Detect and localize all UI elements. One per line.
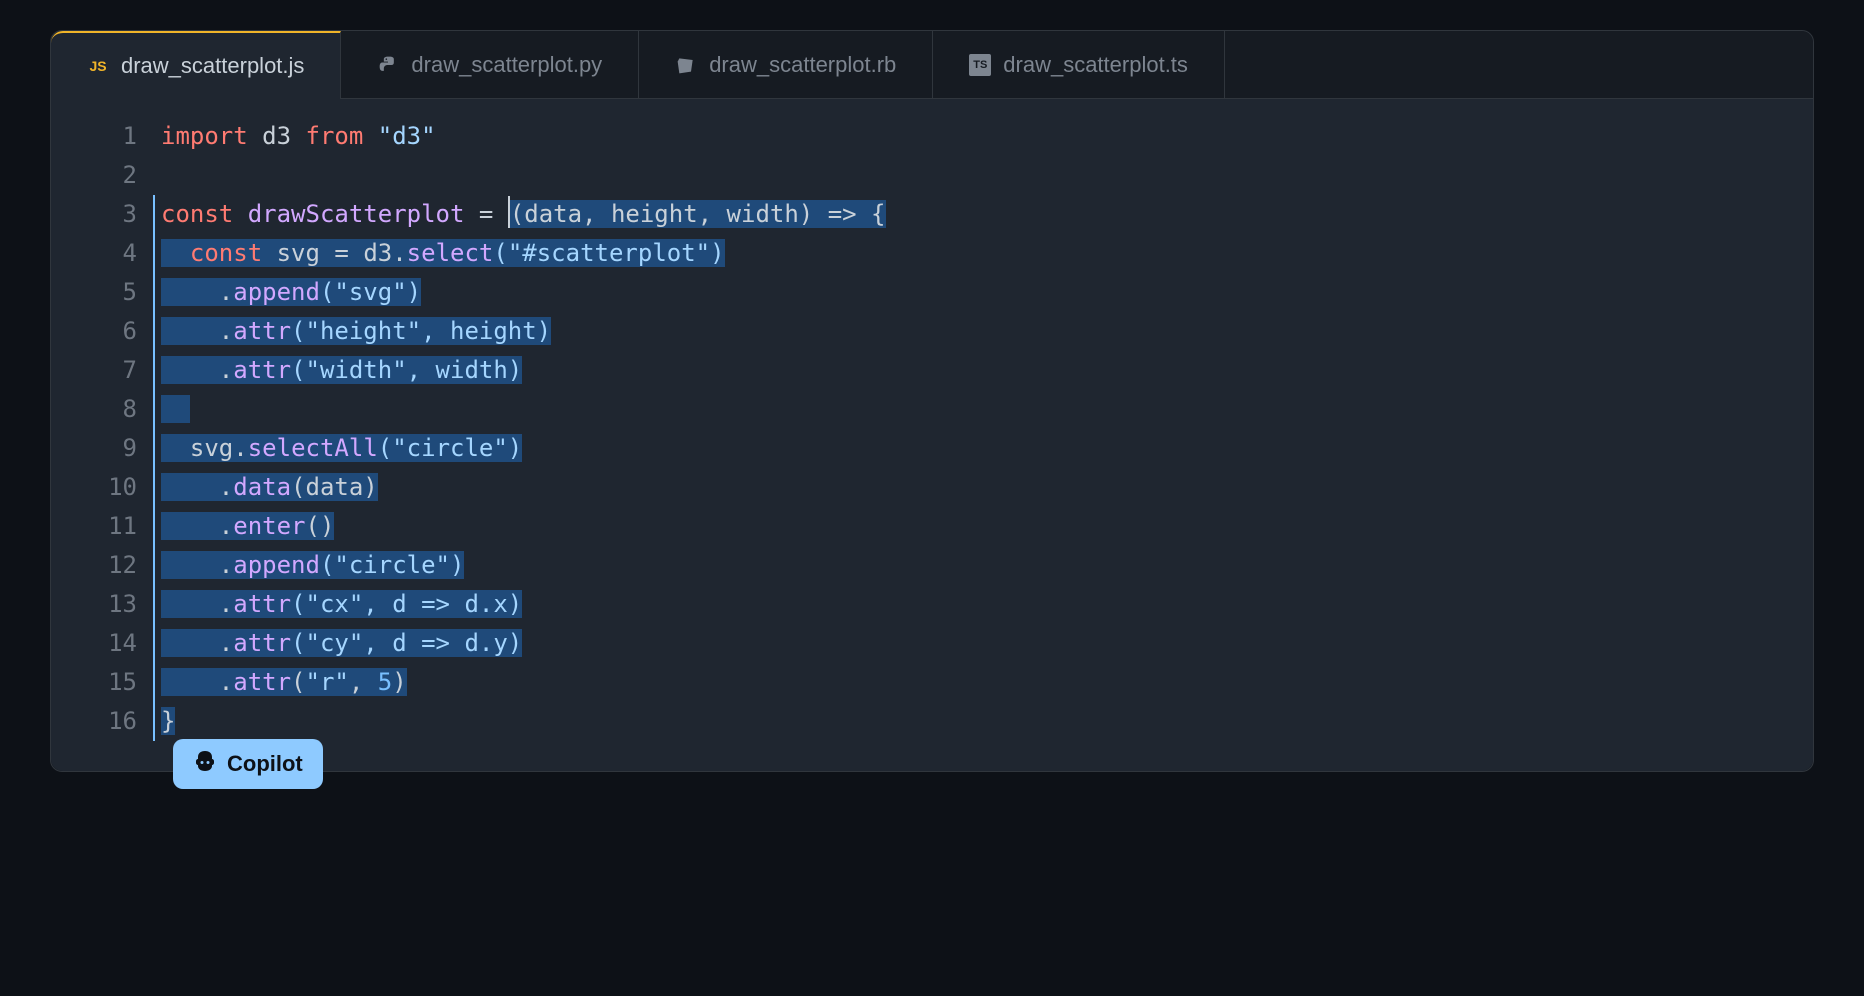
code-line: 11 .enter() (51, 507, 1813, 546)
copilot-button[interactable]: Copilot (173, 739, 323, 789)
code-content (161, 390, 190, 429)
tab-py[interactable]: draw_scatterplot.py (341, 31, 639, 99)
tab-label: draw_scatterplot.py (411, 52, 602, 78)
line-number: 10 (51, 468, 161, 507)
code-line: 14 .attr("cy", d => d.y) (51, 624, 1813, 663)
code-line: 9 svg.selectAll("circle") (51, 429, 1813, 468)
code-line: 13 .attr("cx", d => d.x) (51, 585, 1813, 624)
line-number: 14 (51, 624, 161, 663)
tab-label: draw_scatterplot.ts (1003, 52, 1188, 78)
code-line: 16 } (51, 702, 1813, 741)
code-line: 6 .attr("height", height) (51, 312, 1813, 351)
code-content: .attr("width", width) (161, 351, 522, 390)
code-line: 3 const drawScatterplot = (data, height,… (51, 195, 1813, 234)
line-number: 1 (51, 117, 161, 156)
tab-ts[interactable]: TS draw_scatterplot.ts (933, 31, 1225, 99)
line-number: 8 (51, 390, 161, 429)
code-content: .data(data) (161, 468, 378, 507)
code-line: 12 .append("circle") (51, 546, 1813, 585)
tab-bar: JS draw_scatterplot.js draw_scatterplot.… (51, 31, 1813, 99)
line-number: 6 (51, 312, 161, 351)
code-content: } (161, 702, 175, 741)
python-icon (377, 54, 399, 76)
line-number: 5 (51, 273, 161, 312)
tab-label: draw_scatterplot.rb (709, 52, 896, 78)
tab-label: draw_scatterplot.js (121, 53, 304, 79)
js-icon: JS (87, 55, 109, 77)
code-content: .attr("cy", d => d.y) (161, 624, 522, 663)
line-number: 9 (51, 429, 161, 468)
copilot-icon (193, 749, 217, 779)
code-content: import d3 from "d3" (161, 117, 436, 156)
code-line: 2 (51, 156, 1813, 195)
tab-js[interactable]: JS draw_scatterplot.js (51, 31, 341, 99)
ruby-icon (675, 54, 697, 76)
code-line: 4 const svg = d3.select("#scatterplot") (51, 234, 1813, 273)
code-content: .append("svg") (161, 273, 421, 312)
line-number: 3 (51, 195, 161, 234)
code-content: const svg = d3.select("#scatterplot") (161, 234, 725, 273)
code-content: .attr("height", height) (161, 312, 551, 351)
line-number: 15 (51, 663, 161, 702)
code-content: .attr("cx", d => d.x) (161, 585, 522, 624)
code-content: .attr("r", 5) (161, 663, 407, 702)
tabs-filler (1225, 31, 1813, 99)
code-area[interactable]: 1 import d3 from "d3" 2 3 const drawScat… (51, 99, 1813, 771)
ts-icon: TS (969, 54, 991, 76)
copilot-label: Copilot (227, 751, 303, 777)
code-content: svg.selectAll("circle") (161, 429, 522, 468)
code-line: 1 import d3 from "d3" (51, 117, 1813, 156)
code-line: 8 (51, 390, 1813, 429)
line-number: 11 (51, 507, 161, 546)
line-number: 16 (51, 702, 161, 741)
editor-window: JS draw_scatterplot.js draw_scatterplot.… (50, 30, 1814, 772)
code-content: const drawScatterplot = (data, height, w… (161, 195, 886, 234)
tab-rb[interactable]: draw_scatterplot.rb (639, 31, 933, 99)
code-line: 7 .attr("width", width) (51, 351, 1813, 390)
code-line: 10 .data(data) (51, 468, 1813, 507)
code-line: 5 .append("svg") (51, 273, 1813, 312)
line-number: 7 (51, 351, 161, 390)
line-number: 12 (51, 546, 161, 585)
code-content: .append("circle") (161, 546, 464, 585)
line-number: 2 (51, 156, 161, 195)
line-number: 4 (51, 234, 161, 273)
code-content: .enter() (161, 507, 334, 546)
line-number: 13 (51, 585, 161, 624)
code-line: 15 .attr("r", 5) (51, 663, 1813, 702)
